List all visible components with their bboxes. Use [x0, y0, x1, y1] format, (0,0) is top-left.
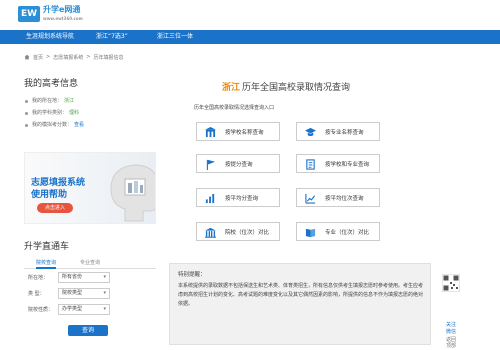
logo-title: 升学e网通: [43, 5, 81, 14]
home-icon: [24, 54, 30, 60]
field-label: 院校性质：: [28, 307, 54, 313]
wechat-link[interactable]: 微信: [439, 328, 463, 335]
query-entry-subtitle: 历年全国高校录取情况选择查询入口: [194, 105, 275, 111]
query-by-average-score-button[interactable]: 按平均分查询: [196, 188, 280, 207]
notice-text: 本系统提供的录取数据不包括保送生和艺术类、体育类招生，所有信息仅供考生填报志愿时…: [178, 283, 424, 307]
book-compare-icon: [305, 228, 316, 238]
nature-select[interactable]: 办学类型 ▾: [58, 304, 110, 315]
school-building-icon: [205, 127, 216, 138]
view-score-link[interactable]: 查看: [74, 122, 84, 128]
type-select[interactable]: 院校类型 ▾: [58, 288, 110, 299]
breadcrumb: 首页 > 志愿填报系统 > 历年填报信息: [24, 52, 123, 62]
select-value: 院校类型: [62, 290, 83, 296]
page-title-text: 历年全国高校录取情况查询: [242, 83, 351, 93]
breadcrumb-separator: >: [46, 54, 51, 60]
qr-code-icon[interactable]: [442, 274, 460, 292]
chevron-down-icon: ▾: [103, 306, 106, 312]
info-label: 我的所在地：: [32, 98, 63, 104]
field-location: 所在地： 所有省份 ▾: [24, 271, 156, 285]
info-value: 浙江: [64, 98, 75, 104]
notice-title: 特别提醒：: [178, 272, 206, 278]
my-info-title: 我的高考信息: [24, 79, 79, 89]
province-label: 浙江: [222, 83, 241, 93]
main-nav: 生涯规划系统导航 浙江“7选3” 浙江三位一体: [0, 30, 500, 44]
button-label: 按提分查询: [225, 162, 253, 168]
logo-url: www.ewt360.com: [43, 16, 83, 21]
query-by-major-button[interactable]: 按专业名称查询: [296, 122, 380, 141]
tab-school-search[interactable]: 院校查询: [36, 257, 57, 269]
flag-icon: [206, 159, 216, 170]
info-label: 我的学科类别：: [32, 110, 68, 116]
banner-subtitle: 使用帮助: [31, 190, 68, 200]
breadcrumb-separator: >: [86, 54, 91, 60]
major-rank-compare-button[interactable]: 专业（位次）对比: [296, 222, 380, 241]
button-label: 按平均分查询: [225, 196, 259, 202]
breadcrumb-current: 历年填报信息: [93, 54, 124, 61]
button-label: 院校（位次）对比: [225, 230, 270, 236]
head-silhouette-icon: [110, 164, 155, 222]
site-logo[interactable]: EW 升学e网通 www.ewt360.com: [18, 5, 83, 23]
select-value: 办学类型: [62, 306, 83, 312]
my-info-panel: 我的高考信息 我的所在地： 浙江 我的学科类别： 理科 我的模拟考分数： 查看: [24, 76, 156, 131]
bar-chart-icon: [205, 193, 215, 204]
button-label: 按平均位次查询: [325, 196, 364, 202]
breadcrumb-system[interactable]: 志愿填报系统: [53, 54, 83, 61]
breadcrumb-home[interactable]: 首页: [33, 54, 43, 61]
location-select[interactable]: 所有省份 ▾: [58, 272, 110, 283]
logo-mark: EW: [18, 6, 40, 22]
select-value: 所有省份: [62, 274, 83, 280]
top-link[interactable]: 顶部: [439, 342, 463, 349]
field-label: 类 型：: [28, 291, 45, 297]
graduation-cap-icon: [305, 127, 316, 137]
header: EW 升学e网通 www.ewt360.com: [0, 0, 500, 30]
info-label: 我的模拟考分数：: [32, 122, 73, 128]
field-nature: 院校性质： 办学类型 ▾: [24, 303, 156, 317]
query-by-school-button[interactable]: 按学校名称查询: [196, 122, 280, 141]
building-compare-icon: [205, 227, 216, 238]
query-by-school-and-major-button[interactable]: 按学校和专业查询: [296, 154, 380, 173]
follow-link[interactable]: 关注: [439, 321, 463, 328]
query-button[interactable]: 查询: [68, 325, 108, 336]
quick-search-panel: 升学直通车 院校查询 专业查询 所在地： 所有省份 ▾ 类 型： 院校类型 ▾ 院校…: [24, 239, 156, 336]
trend-chart-icon: [305, 193, 316, 204]
logo-text: 升学e网通 www.ewt360.com: [43, 5, 83, 23]
info-row-mock-score: 我的模拟考分数： 查看: [24, 119, 156, 131]
nav-career-planning[interactable]: 生涯规划系统导航: [26, 30, 74, 44]
chevron-down-icon: ▾: [103, 290, 106, 296]
field-label: 所在地：: [28, 275, 49, 281]
query-by-score-button[interactable]: 按提分查询: [196, 154, 280, 173]
nav-zhejiang-three-in-one[interactable]: 浙江三位一体: [157, 30, 193, 44]
query-by-average-rank-button[interactable]: 按平均位次查询: [296, 188, 380, 207]
nav-zhejiang-7-choose-3[interactable]: 浙江“7选3”: [96, 30, 128, 44]
info-value: 理科: [69, 110, 80, 116]
tab-major-search[interactable]: 专业查询: [80, 257, 100, 269]
school-rank-compare-button[interactable]: 院校（位次）对比: [196, 222, 280, 241]
info-row-subject: 我的学科类别： 理科: [24, 107, 156, 119]
page-title: 浙江 历年全国高校录取情况查询: [222, 80, 350, 93]
button-label: 按专业名称查询: [325, 130, 364, 136]
chevron-down-icon: ▾: [103, 274, 106, 280]
button-label: 按学校名称查询: [225, 130, 264, 136]
field-type: 类 型： 院校类型 ▾: [24, 287, 156, 301]
button-label: 专业（位次）对比: [325, 230, 370, 236]
quick-search-tabs: 院校查询 专业查询: [24, 257, 156, 269]
special-notice: 特别提醒： 本系统提供的录取数据不包括保送生和艺术类、体育类招生，所有信息仅供考…: [169, 263, 431, 345]
button-label: 按学校和专业查询: [325, 162, 370, 168]
help-banner[interactable]: 志愿填报系统 使用帮助 点击进入: [24, 152, 156, 224]
document-list-icon: [306, 159, 315, 170]
banner-enter-button[interactable]: 点击进入: [37, 203, 73, 213]
info-row-location: 我的所在地： 浙江: [24, 95, 156, 107]
quick-search-title: 升学直通车: [24, 242, 70, 252]
